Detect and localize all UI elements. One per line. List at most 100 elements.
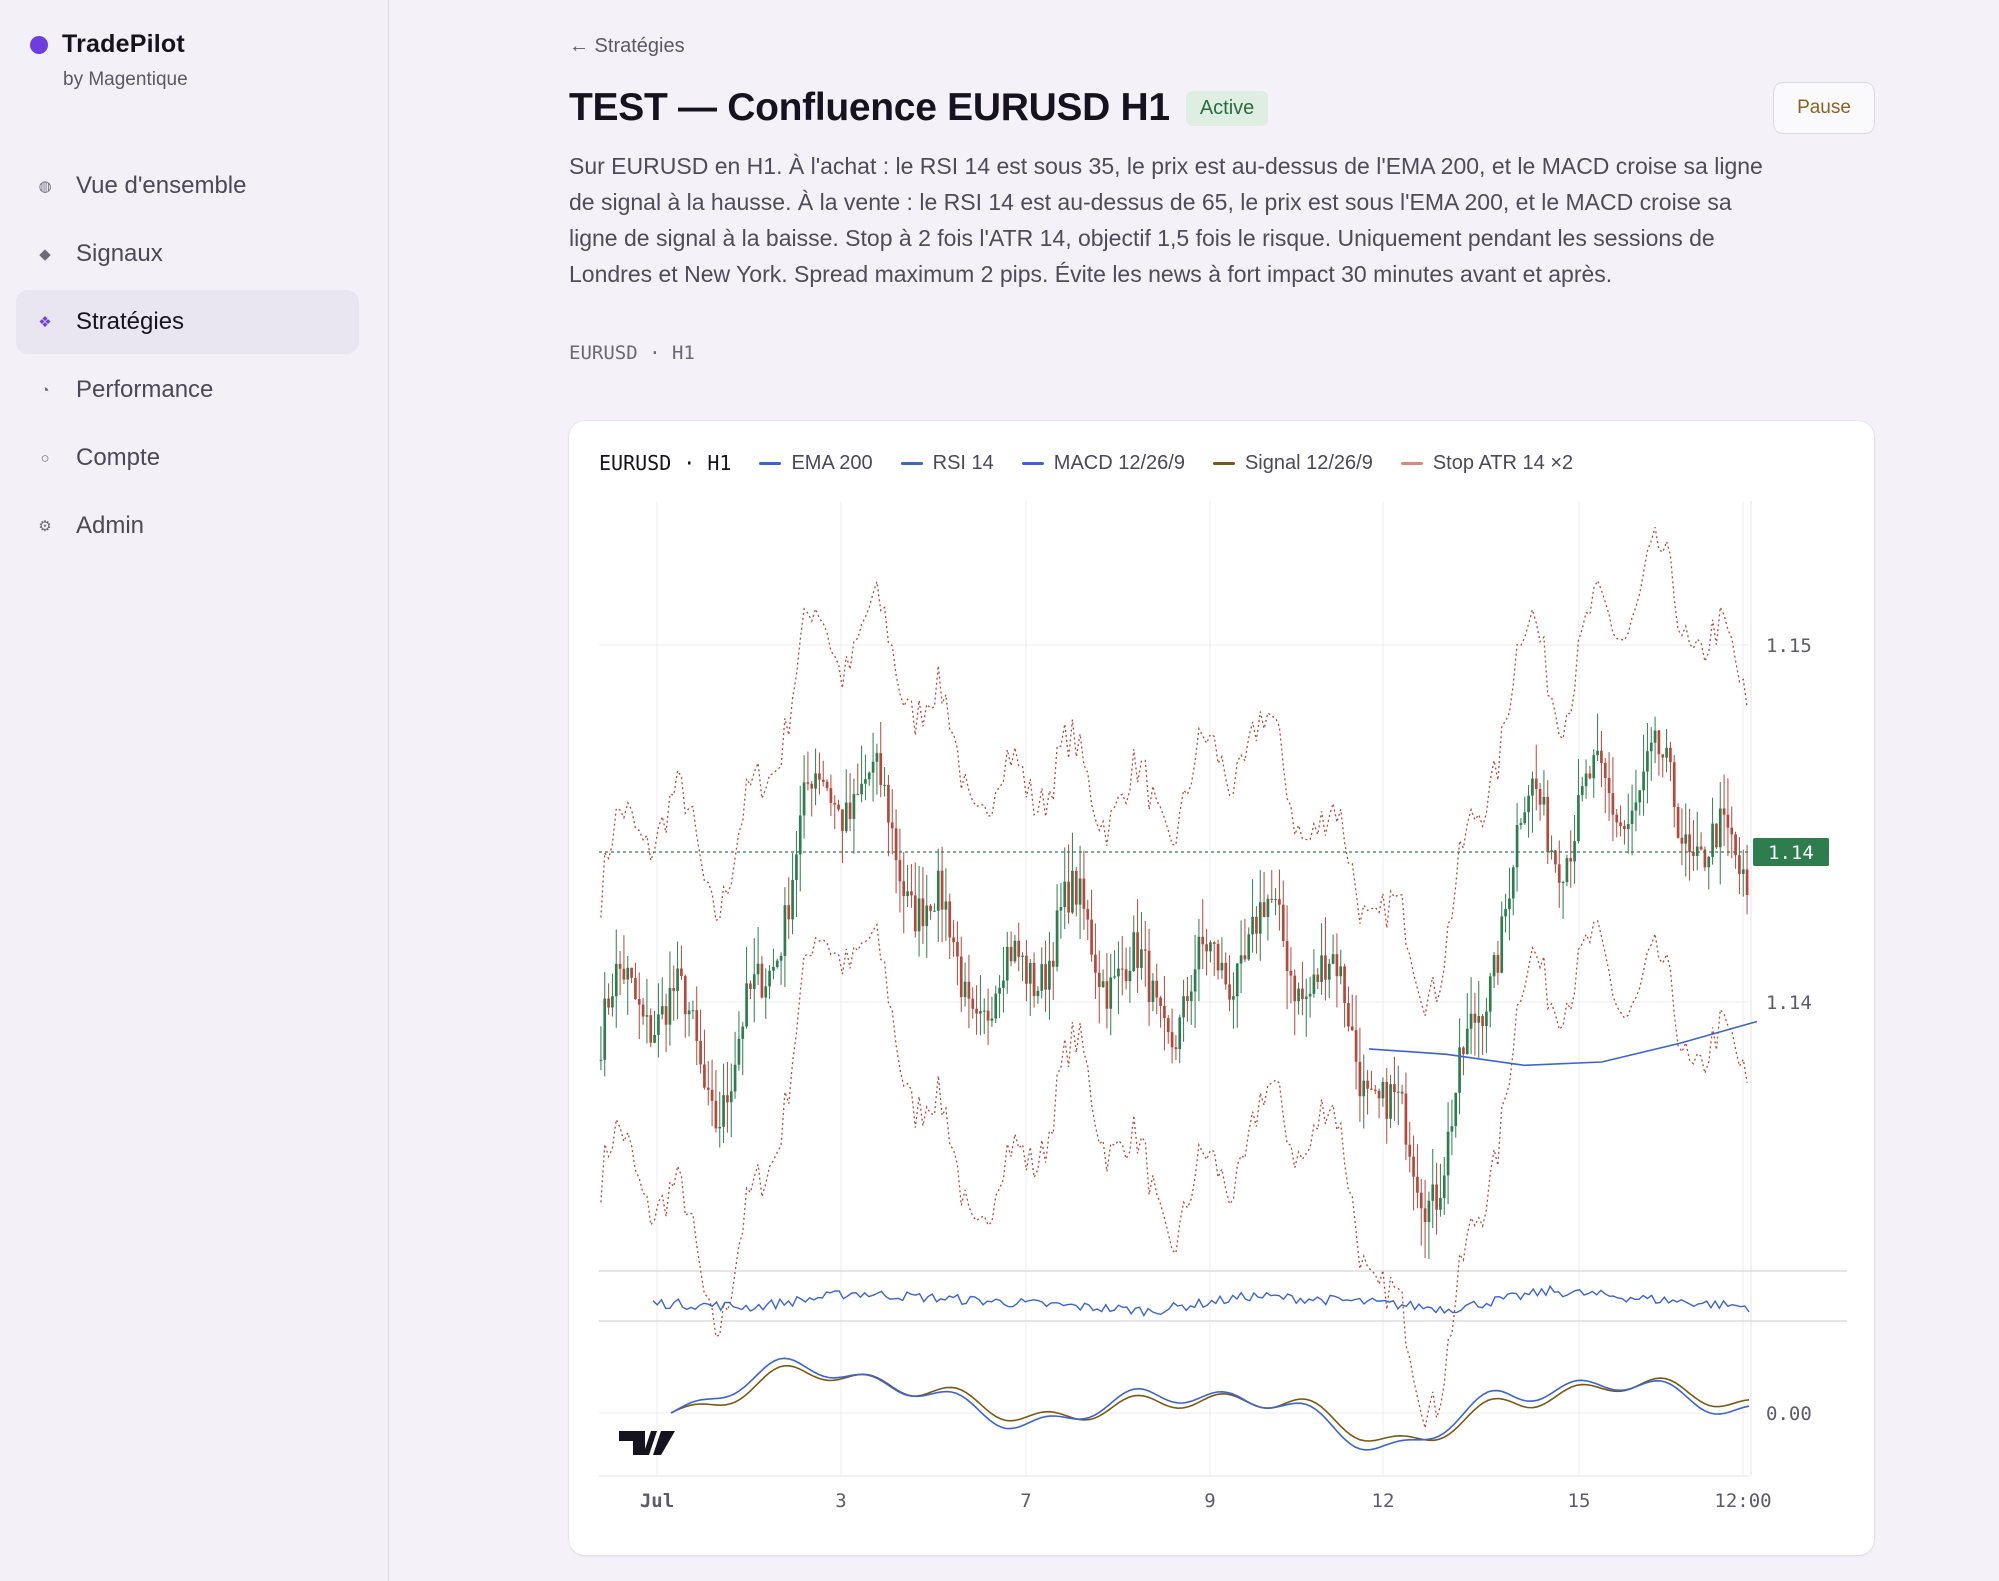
candle-body: [821, 779, 825, 782]
chart-legend: EURUSD · H1 EMA 200 RSI 14 MACD 12/26/9 Sig…: [599, 451, 1573, 475]
candle-body: [1155, 980, 1159, 998]
candle-body: [864, 779, 867, 784]
candle-body: [1113, 976, 1116, 978]
legend-label: EMA 200: [791, 451, 873, 474]
candle-body: [1726, 814, 1730, 828]
pause-button[interactable]: Pause: [1773, 82, 1875, 134]
candle-body: [710, 1089, 714, 1101]
candle-body: [749, 983, 752, 989]
legend-item[interactable]: RSI 14: [900, 452, 994, 475]
candle-body: [1228, 984, 1231, 1000]
legend-item[interactable]: Stop ATR 14 ×2: [1400, 451, 1574, 475]
candle-body: [1442, 1175, 1446, 1198]
candle-body: [1561, 882, 1565, 884]
candle-body: [1059, 906, 1063, 911]
sidebar-item-signaux[interactable]: ◆ Signaux: [16, 222, 359, 286]
candle-body: [1193, 969, 1197, 992]
candle-body: [1189, 991, 1193, 1001]
candle-body: [599, 1059, 603, 1061]
candle-body: [607, 998, 610, 1008]
candle-body: [676, 968, 679, 991]
last-price-label: 1.14: [1768, 842, 1814, 864]
candle-body: [795, 854, 798, 880]
candle-body: [672, 988, 676, 991]
candle-body: [982, 1010, 986, 1012]
candle-body: [1603, 762, 1607, 778]
sidebar-item-compte[interactable]: ○ Compte: [16, 426, 359, 490]
candle-body: [875, 753, 879, 762]
sidebar: TradePilot by Magentique ◍ Vue d'ensemble…: [0, 0, 389, 1581]
legend-item[interactable]: Signal 12/26/9: [1212, 451, 1373, 475]
candle-body: [1488, 976, 1492, 1012]
candle-body: [1665, 747, 1668, 758]
candle-body: [1565, 858, 1569, 883]
candle-body: [1132, 932, 1136, 971]
candle-body: [1270, 898, 1274, 900]
sidebar-item-stratégies[interactable]: ❖ Stratégies: [16, 290, 359, 354]
candle-body: [1362, 1080, 1366, 1097]
candle-body: [1504, 908, 1507, 917]
candle-body: [1465, 1028, 1469, 1055]
candle-body: [768, 970, 771, 987]
legend-item[interactable]: EMA 200: [759, 451, 873, 475]
candle-body: [1320, 955, 1323, 982]
candle-body: [1335, 954, 1339, 977]
candle-body: [979, 1011, 982, 1014]
candle-body: [1235, 963, 1239, 997]
candle-body: [649, 1015, 653, 1043]
candle-body: [921, 898, 925, 927]
candle-body: [1285, 941, 1289, 971]
sidebar-item-label: Compte: [76, 444, 161, 471]
globe-icon: ◍: [38, 178, 52, 195]
candle-body: [798, 815, 802, 855]
legend-label: Signal 12/26/9: [1244, 451, 1373, 474]
sidebar-item-label: Admin: [76, 512, 145, 539]
candle-body: [1646, 751, 1649, 772]
candle-body: [1408, 1144, 1412, 1157]
candle-body: [1109, 977, 1113, 1009]
legend-item[interactable]: MACD 12/26/9: [1021, 452, 1185, 475]
candle-body: [695, 1010, 699, 1042]
candle-body: [1308, 993, 1312, 997]
candle-body: [1051, 960, 1055, 967]
circle-icon: ○: [40, 449, 50, 467]
candle-body: [787, 905, 791, 920]
macd-axis-tick: 0.00: [1766, 1403, 1812, 1425]
candle-body: [1258, 902, 1262, 934]
candle-body: [1623, 825, 1626, 830]
candle-body: [1224, 962, 1228, 985]
candle-body: [1212, 942, 1216, 944]
legend-label: Stop ATR 14 ×2: [1432, 451, 1574, 474]
candle-body: [1128, 970, 1132, 982]
sidebar-item-vue-d-ensemble[interactable]: ◍ Vue d'ensemble: [16, 154, 359, 218]
candle-body: [1347, 1003, 1350, 1027]
candle-body: [1538, 789, 1542, 805]
candle-body: [1634, 802, 1638, 811]
candle-body: [745, 983, 748, 1027]
candle-body: [752, 974, 756, 989]
candle-body: [894, 828, 898, 861]
sidebar-item-admin[interactable]: ⚙ Admin: [16, 494, 359, 558]
candle-body: [1312, 974, 1316, 994]
candle-body: [879, 753, 883, 786]
candle-body: [634, 977, 637, 1000]
candle-body: [906, 891, 909, 897]
candle-body: [1534, 778, 1538, 790]
back-link[interactable]: ← Stratégies: [569, 35, 685, 58]
price-chart[interactable]: 1.14 1.15 1.14 0.00 Jul 3 7 9 12 15 12:00: [569, 421, 1874, 1555]
candle-body: [871, 761, 875, 773]
candle-body: [898, 860, 902, 882]
ema-200-line: [1368, 1020, 1758, 1067]
candle-body: [1653, 730, 1657, 743]
time-axis-tick: 12:00: [1714, 1490, 1771, 1512]
time-axis-tick: 9: [1204, 1490, 1215, 1512]
candle-body: [1412, 1156, 1415, 1177]
brand[interactable]: TradePilot by Magentique: [30, 30, 188, 91]
sidebar-item-performance[interactable]: ◔ Performance: [16, 358, 359, 422]
candle-body: [1699, 846, 1703, 850]
candle-body: [1205, 944, 1208, 952]
candle-body: [1688, 834, 1691, 853]
candle-body: [959, 956, 963, 998]
gear-icon: ⚙: [38, 518, 52, 535]
candle-body: [1289, 970, 1293, 976]
